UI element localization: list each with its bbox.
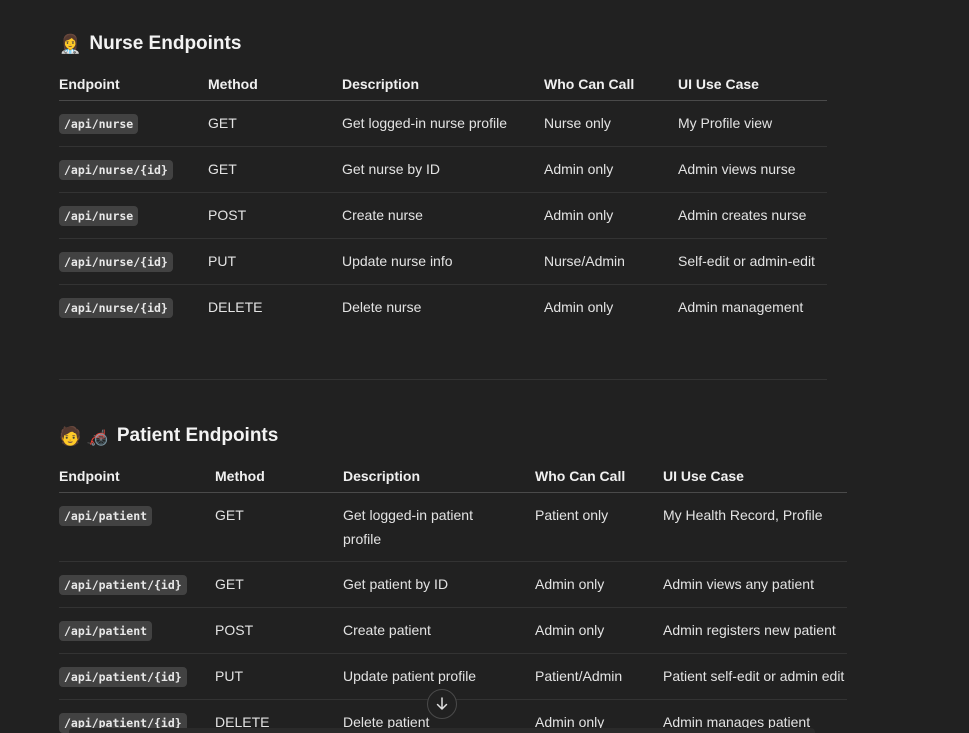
who-cell: Admin only — [544, 146, 678, 193]
patient-section-heading: 🧑 🦽 Patient Endpoints — [59, 425, 278, 447]
endpoint-code: /api/nurse/{id} — [59, 252, 173, 272]
table-row: /api/nurse GET Get logged-in nurse profi… — [59, 100, 827, 147]
use-case-cell: Admin views any patient — [663, 561, 847, 608]
method-cell: POST — [215, 607, 343, 654]
use-case-cell: Admin registers new patient — [663, 607, 847, 654]
who-cell: Nurse only — [544, 100, 678, 147]
use-case-cell: Patient self-edit or admin edit — [663, 653, 847, 700]
table-row: /api/nurse/{id} GET Get nurse by ID Admi… — [59, 146, 827, 193]
section-divider — [59, 379, 827, 380]
description-cell: Create patient — [343, 607, 535, 654]
method-cell: GET — [208, 146, 342, 193]
endpoint-code: /api/nurse/{id} — [59, 298, 173, 318]
endpoint-code: /api/nurse/{id} — [59, 160, 173, 180]
header-description: Description — [343, 468, 535, 493]
header-ui-use-case: UI Use Case — [663, 468, 847, 493]
description-cell: Get patient by ID — [343, 561, 535, 608]
endpoint-code: /api/nurse — [59, 114, 139, 134]
who-cell: Nurse/Admin — [544, 238, 678, 285]
method-cell: GET — [215, 561, 343, 608]
table-header-row: Endpoint Method Description Who Can Call… — [59, 468, 847, 493]
chat-content: 👩‍⚕️ Nurse Endpoints Endpoint Method Des… — [0, 0, 969, 733]
who-cell: Admin only — [544, 192, 678, 239]
patient-section-title: Patient Endpoints — [116, 425, 279, 446]
method-cell: GET — [208, 100, 342, 147]
use-case-cell: Admin views nurse — [678, 146, 827, 193]
who-cell: Admin only — [535, 607, 663, 654]
header-who-can-call: Who Can Call — [544, 76, 678, 101]
description-cell: Delete nurse — [342, 299, 422, 315]
method-cell: DELETE — [208, 299, 263, 315]
endpoint-code: /api/patient — [59, 621, 153, 641]
scroll-to-bottom-button[interactable] — [427, 689, 457, 719]
description-cell: Get logged-in patient profile — [343, 492, 535, 562]
who-cell: Admin only — [544, 299, 614, 315]
nurse-section-heading: 👩‍⚕️ Nurse Endpoints — [59, 33, 241, 55]
header-endpoint: Endpoint — [59, 76, 208, 101]
endpoint-code: /api/patient/{id} — [59, 575, 187, 595]
use-case-cell: Admin creates nurse — [678, 192, 827, 239]
endpoint-code: /api/nurse — [59, 206, 139, 226]
table-row: /api/patient/{id} PUT Update patient pro… — [59, 653, 847, 700]
arrow-down-icon — [436, 697, 448, 710]
nurse-section-title: Nurse Endpoints — [89, 33, 242, 54]
table-row: /api/nurse POST Create nurse Admin only … — [59, 192, 827, 239]
header-who-can-call: Who Can Call — [535, 468, 663, 493]
table-row: /api/patient GET Get logged-in patient p… — [59, 492, 847, 562]
header-method: Method — [208, 76, 342, 101]
header-method: Method — [215, 468, 343, 493]
endpoint-code: /api/patient/{id} — [59, 667, 187, 687]
description-cell: Update nurse info — [342, 238, 544, 285]
table-row: /api/nurse/{id} DELETE Delete nurse Admi… — [59, 285, 827, 331]
nurse-emoji-icon: 👩‍⚕️ — [59, 33, 82, 54]
endpoint-code: /api/patient — [59, 506, 153, 526]
description-cell: Get nurse by ID — [342, 146, 544, 193]
table-row: /api/patient POST Create patient Admin o… — [59, 607, 847, 654]
who-cell: Patient/Admin — [535, 653, 663, 700]
composer-edge — [69, 728, 815, 733]
method-cell: GET — [215, 492, 343, 562]
method-cell: PUT — [215, 653, 343, 700]
use-case-cell: My Profile view — [678, 100, 827, 147]
description-cell: Get logged-in nurse profile — [342, 100, 544, 147]
table-row: /api/patient/{id} GET Get patient by ID … — [59, 561, 847, 608]
table-header-row: Endpoint Method Description Who Can Call… — [59, 76, 827, 101]
who-cell: Patient only — [535, 492, 663, 562]
use-case-cell: Admin management — [678, 299, 804, 315]
method-cell: PUT — [208, 238, 342, 285]
header-endpoint: Endpoint — [59, 468, 215, 493]
header-description: Description — [342, 76, 544, 101]
use-case-cell: Self-edit or admin-edit — [678, 238, 827, 285]
use-case-cell: My Health Record, Profile — [663, 492, 847, 562]
table-row: /api/nurse/{id} PUT Update nurse info Nu… — [59, 238, 827, 285]
method-cell: POST — [208, 192, 342, 239]
patient-emoji-icon: 🧑 🦽 — [59, 425, 109, 446]
header-ui-use-case: UI Use Case — [678, 76, 827, 101]
description-cell: Create nurse — [342, 192, 544, 239]
who-cell: Admin only — [535, 561, 663, 608]
nurse-endpoints-table: Endpoint Method Description Who Can Call… — [59, 76, 827, 330]
